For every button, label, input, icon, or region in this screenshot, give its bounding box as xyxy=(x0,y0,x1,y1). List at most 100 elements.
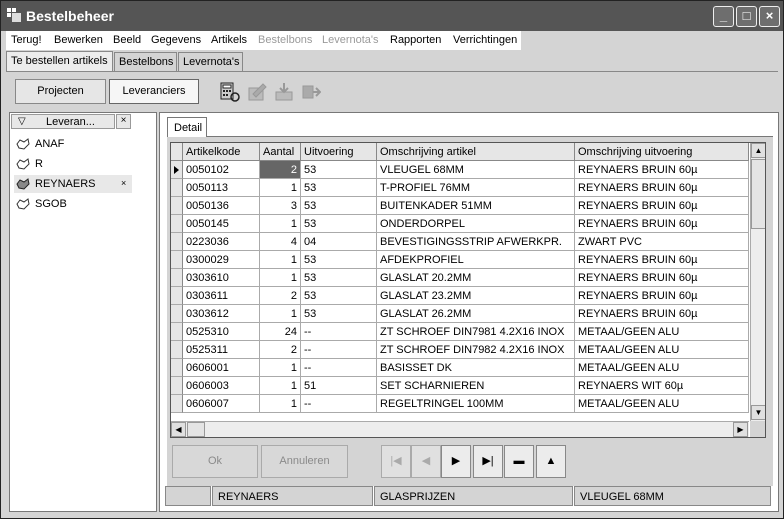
scroll-left-button[interactable]: ◀ xyxy=(171,422,186,437)
edit-disabled-icon[interactable] xyxy=(247,82,267,102)
leverancier-item-r[interactable]: R xyxy=(14,155,132,173)
cell-omschrijving-uitvoering[interactable]: REYNAERS BRUIN 60µ xyxy=(575,215,749,233)
cell-uitvoering[interactable]: 53 xyxy=(301,161,377,179)
cell-omschrijving-uitvoering[interactable]: REYNAERS BRUIN 60µ xyxy=(575,251,749,269)
cell-omschrijving-artikel[interactable]: AFDEKPROFIEL xyxy=(377,251,575,269)
cell-uitvoering[interactable]: -- xyxy=(301,341,377,359)
table-row[interactable]: 0303612 1 53 GLASLAT 26.2MM REYNAERS BRUIN 6… xyxy=(171,305,749,323)
cell-omschrijving-uitvoering[interactable]: METAAL/GEEN ALU xyxy=(575,341,749,359)
delete-record-button[interactable]: ▬ xyxy=(504,445,534,478)
table-row[interactable]: 0050145 1 53 ONDERDORPEL REYNAERS BRUIN 60µ xyxy=(171,215,749,233)
filter-icon[interactable]: ▽ xyxy=(18,116,26,127)
remove-icon[interactable]: × xyxy=(121,178,126,188)
cell-aantal[interactable]: 4 xyxy=(260,233,301,251)
calculator-refresh-icon[interactable] xyxy=(220,82,240,102)
cell-uitvoering[interactable]: 53 xyxy=(301,305,377,323)
cell-omschrijving-uitvoering[interactable]: REYNAERS BRUIN 60µ xyxy=(575,161,749,179)
menu-rapporten[interactable]: Rapporten xyxy=(390,34,441,46)
cell-omschrijving-uitvoering[interactable]: REYNAERS BRUIN 60µ xyxy=(575,305,749,323)
cell-uitvoering[interactable]: 53 xyxy=(301,269,377,287)
cell-artikelkode[interactable]: 0300029 xyxy=(183,251,260,269)
cell-omschrijving-artikel[interactable]: REGELTRINGEL 100MM xyxy=(377,395,575,413)
cell-aantal[interactable]: 1 xyxy=(260,269,301,287)
nav-last-button[interactable]: ▶| xyxy=(473,445,503,478)
close-button[interactable]: × xyxy=(759,6,780,27)
cell-omschrijving-artikel[interactable]: GLASLAT 26.2MM xyxy=(377,305,575,323)
cell-uitvoering[interactable]: 53 xyxy=(301,287,377,305)
table-row[interactable]: 0300029 1 53 AFDEKPROFIEL REYNAERS BRUIN 60µ xyxy=(171,251,749,269)
post-record-button[interactable]: ▲ xyxy=(536,445,566,478)
cell-artikelkode[interactable]: 0303611 xyxy=(183,287,260,305)
cell-aantal[interactable]: 1 xyxy=(260,359,301,377)
cell-omschrijving-artikel[interactable]: ZT SCHROEF DIN7982 4.2X16 INOX xyxy=(377,341,575,359)
scroll-down-button[interactable]: ▼ xyxy=(751,405,765,420)
title-bar[interactable]: Bestelbeheer _ □ × xyxy=(1,1,783,31)
menu-terug[interactable]: Terug! xyxy=(11,34,42,46)
cell-aantal[interactable]: 1 xyxy=(260,305,301,323)
cell-omschrijving-artikel[interactable]: ZT SCHROEF DIN7981 4.2X16 INOX xyxy=(377,323,575,341)
cell-artikelkode[interactable]: 0303612 xyxy=(183,305,260,323)
leverancier-item-reynaers[interactable]: REYNAERS × xyxy=(14,175,132,193)
cell-artikelkode[interactable]: 0303610 xyxy=(183,269,260,287)
leveranciers-column-header[interactable]: ▽ Leveran... xyxy=(11,114,115,129)
row-indicator[interactable] xyxy=(171,359,183,377)
leverancier-item-anaf[interactable]: ANAF xyxy=(14,135,132,153)
tab-levernotas[interactable]: Levernota's xyxy=(178,52,243,72)
cell-artikelkode[interactable]: 0050113 xyxy=(183,179,260,197)
row-indicator[interactable] xyxy=(171,179,183,197)
cell-uitvoering[interactable]: 04 xyxy=(301,233,377,251)
cell-aantal[interactable]: 2 xyxy=(260,287,301,305)
table-row[interactable]: 0303611 2 53 GLASLAT 23.2MM REYNAERS BRUIN 6… xyxy=(171,287,749,305)
cell-aantal[interactable]: 2 xyxy=(260,341,301,359)
cell-aantal[interactable]: 2 xyxy=(260,161,301,179)
row-indicator[interactable] xyxy=(171,215,183,233)
leveranciers-button[interactable]: Leveranciers xyxy=(109,79,199,104)
cell-omschrijving-artikel[interactable]: VLEUGEL 68MM xyxy=(377,161,575,179)
cell-artikelkode[interactable]: 0050136 xyxy=(183,197,260,215)
row-indicator[interactable] xyxy=(171,377,183,395)
tab-detail[interactable]: Detail xyxy=(167,117,207,137)
cell-uitvoering[interactable]: 53 xyxy=(301,179,377,197)
cell-artikelkode[interactable]: 0525310 xyxy=(183,323,260,341)
row-indicator[interactable] xyxy=(171,251,183,269)
cell-omschrijving-artikel[interactable]: BASISSET DK xyxy=(377,359,575,377)
tab-bestelbons[interactable]: Bestelbons xyxy=(114,52,177,72)
cell-uitvoering[interactable]: 53 xyxy=(301,197,377,215)
row-indicator[interactable] xyxy=(171,161,183,179)
cell-uitvoering[interactable]: -- xyxy=(301,323,377,341)
ok-button[interactable]: Ok xyxy=(172,445,258,478)
cell-omschrijving-artikel[interactable]: GLASLAT 20.2MM xyxy=(377,269,575,287)
row-indicator[interactable] xyxy=(171,287,183,305)
import-disabled-icon[interactable] xyxy=(274,82,294,102)
cell-omschrijving-uitvoering[interactable]: REYNAERS BRUIN 60µ xyxy=(575,269,749,287)
row-indicator[interactable] xyxy=(171,341,183,359)
nav-first-button[interactable]: |◀ xyxy=(381,445,411,478)
cell-omschrijving-uitvoering[interactable]: ZWART PVC xyxy=(575,233,749,251)
close-column-button[interactable]: × xyxy=(116,114,131,129)
cell-aantal[interactable]: 1 xyxy=(260,377,301,395)
cell-omschrijving-uitvoering[interactable]: METAAL/GEEN ALU xyxy=(575,359,749,377)
cell-omschrijving-uitvoering[interactable]: METAAL/GEEN ALU xyxy=(575,395,749,413)
cell-omschrijving-artikel[interactable]: ONDERDORPEL xyxy=(377,215,575,233)
row-indicator[interactable] xyxy=(171,233,183,251)
vertical-scrollbar[interactable]: ▲ ▼ xyxy=(750,143,765,421)
cell-aantal[interactable]: 3 xyxy=(260,197,301,215)
menu-artikels[interactable]: Artikels xyxy=(211,34,247,46)
col-uitvoering[interactable]: Uitvoering xyxy=(301,143,377,161)
cell-omschrijving-artikel[interactable]: SET SCHARNIEREN xyxy=(377,377,575,395)
horizontal-scrollbar[interactable]: ◀ ▶ xyxy=(171,421,749,437)
cell-uitvoering[interactable]: -- xyxy=(301,395,377,413)
cell-artikelkode[interactable]: 0050145 xyxy=(183,215,260,233)
row-indicator[interactable] xyxy=(171,197,183,215)
cell-uitvoering[interactable]: -- xyxy=(301,359,377,377)
cell-omschrijving-uitvoering[interactable]: REYNAERS BRUIN 60µ xyxy=(575,179,749,197)
menu-bestelbons[interactable]: Bestelbons xyxy=(258,34,312,46)
cell-omschrijving-artikel[interactable]: GLASLAT 23.2MM xyxy=(377,287,575,305)
cell-artikelkode[interactable]: 0525311 xyxy=(183,341,260,359)
cell-artikelkode[interactable]: 0606001 xyxy=(183,359,260,377)
cell-aantal[interactable]: 1 xyxy=(260,395,301,413)
cell-aantal[interactable]: 1 xyxy=(260,251,301,269)
table-row[interactable]: 0303610 1 53 GLASLAT 20.2MM REYNAERS BRUIN 6… xyxy=(171,269,749,287)
col-artikelkode[interactable]: Artikelkode xyxy=(183,143,260,161)
col-omschrijving-artikel[interactable]: Omschrijving artikel xyxy=(377,143,575,161)
